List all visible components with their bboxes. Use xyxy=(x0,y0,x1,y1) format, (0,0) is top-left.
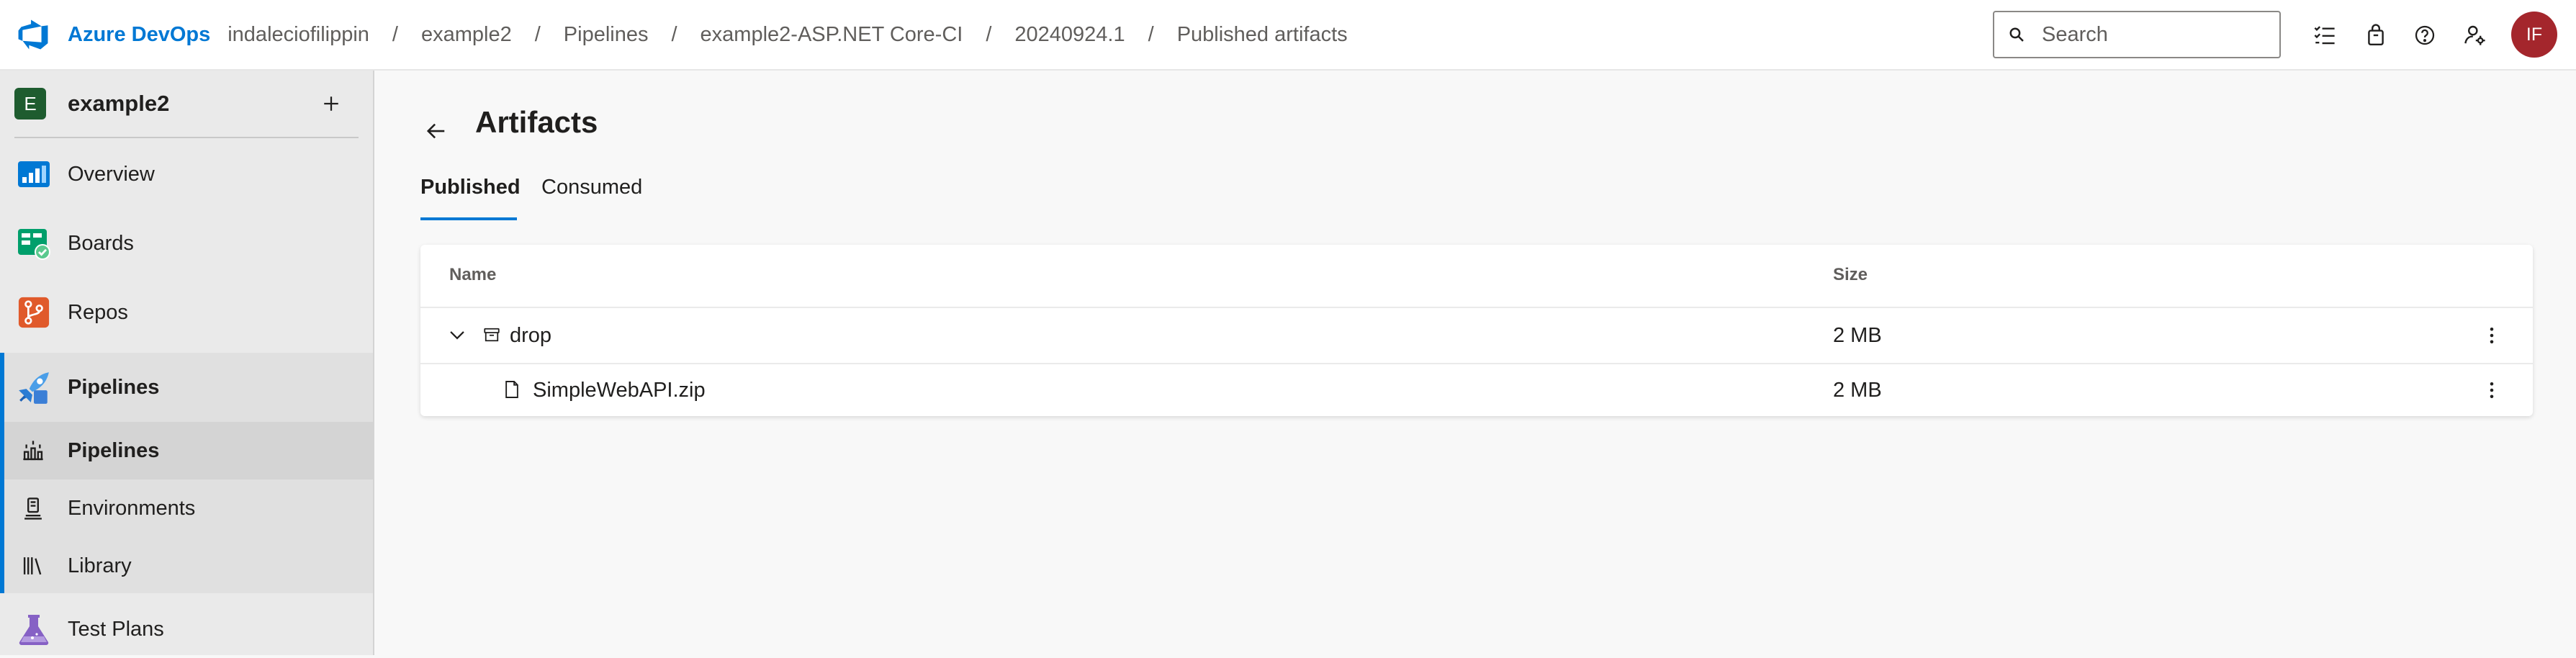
pipelines-icon xyxy=(16,369,52,405)
artifact-file-name[interactable]: SimpleWebAPI.zip xyxy=(533,379,706,402)
breadcrumb-organization[interactable]: indaleciofilippin xyxy=(228,23,369,47)
sidebar-item-label: Boards xyxy=(68,231,134,255)
top-bar: Azure DevOps indaleciofilippin / example… xyxy=(0,0,2576,71)
sidebar-item-label: Library xyxy=(68,554,132,577)
brand[interactable]: Azure DevOps xyxy=(14,16,210,53)
repos-icon xyxy=(16,294,52,330)
breadcrumb-current-page[interactable]: Published artifacts xyxy=(1177,23,1348,47)
sidebar-item-label: Overview xyxy=(68,162,155,186)
sidebar-item-label: Environments xyxy=(68,496,196,520)
artifact-name[interactable]: drop xyxy=(510,324,551,348)
sidebar-item-label: Repos xyxy=(68,300,128,324)
environments-icon xyxy=(19,494,48,523)
project-header[interactable]: E example2 xyxy=(14,71,359,138)
breadcrumb-run[interactable]: 20240924.1 xyxy=(1014,23,1125,47)
project-badge: E xyxy=(14,88,46,120)
boards-icon xyxy=(16,225,52,261)
breadcrumb-separator: / xyxy=(1148,22,1154,46)
add-icon[interactable] xyxy=(317,89,346,118)
breadcrumb-separator: / xyxy=(534,22,541,46)
more-options-icon[interactable] xyxy=(2481,376,2503,405)
artifacts-table: Name Size drop 2 MB SimpleWebAPI.zip 2 M… xyxy=(420,245,2533,416)
sidebar-subitem-library[interactable]: Library xyxy=(0,537,373,595)
file-icon xyxy=(501,379,523,400)
search-box[interactable] xyxy=(1993,11,2281,58)
breadcrumb-project[interactable]: example2 xyxy=(421,23,512,47)
sidebar-item-pipelines-group[interactable]: Pipelines xyxy=(0,353,373,422)
azure-devops-logo-icon xyxy=(14,16,52,53)
page-title: Artifacts xyxy=(475,105,598,139)
brand-name: Azure DevOps xyxy=(68,22,211,46)
search-icon xyxy=(2009,25,2027,44)
more-options-icon[interactable] xyxy=(2481,321,2503,350)
sidebar-item-test-plans[interactable]: Test Plans xyxy=(0,600,373,658)
divider xyxy=(420,307,2533,308)
breadcrumb-separator: / xyxy=(986,22,992,46)
sidebar-subitem-pipelines[interactable]: Pipelines xyxy=(0,422,373,479)
artifact-size: 2 MB xyxy=(1833,324,1882,347)
main-content: Artifacts Published Consumed Name Size d… xyxy=(374,71,2576,655)
task-list-icon[interactable] xyxy=(2309,19,2341,51)
tab-consumed[interactable]: Consumed xyxy=(541,176,642,199)
chevron-down-icon[interactable] xyxy=(446,324,468,346)
sidebar-item-overview[interactable]: Overview xyxy=(0,145,373,203)
search-input[interactable] xyxy=(2042,22,2272,47)
selected-tab-indicator xyxy=(420,217,517,220)
shopping-bag-icon[interactable] xyxy=(2360,19,2392,51)
sidebar-item-label: Pipelines xyxy=(68,375,160,399)
sidebar-subitem-environments[interactable]: Environments xyxy=(0,479,373,537)
sidebar-item-repos[interactable]: Repos xyxy=(0,284,373,341)
artifact-folder-icon xyxy=(481,324,503,346)
overview-icon xyxy=(16,156,52,192)
breadcrumb: indaleciofilippin / example2 / Pipelines… xyxy=(228,23,1347,47)
column-header-name[interactable]: Name xyxy=(449,265,496,285)
test-plans-icon xyxy=(16,611,52,647)
user-settings-icon[interactable] xyxy=(2459,19,2491,51)
breadcrumb-pipelines[interactable]: Pipelines xyxy=(564,23,649,47)
library-icon xyxy=(19,551,48,580)
column-header-size[interactable]: Size xyxy=(1833,265,1868,285)
sidebar: E example2 Overview Boards Repos Pipelin… xyxy=(0,71,374,655)
back-arrow-icon[interactable] xyxy=(420,115,452,147)
sidebar-item-boards[interactable]: Boards xyxy=(0,215,373,272)
breadcrumb-pipeline-name[interactable]: example2-ASP.NET Core-CI xyxy=(701,23,963,47)
divider xyxy=(420,363,2533,364)
sidebar-item-label: Test Plans xyxy=(68,617,164,641)
tab-published[interactable]: Published xyxy=(420,176,521,199)
help-icon[interactable] xyxy=(2409,19,2441,51)
sidebar-item-label: Pipelines xyxy=(68,438,160,462)
avatar[interactable]: IF xyxy=(2511,12,2557,58)
breadcrumb-separator: / xyxy=(671,22,677,46)
breadcrumb-separator: / xyxy=(392,22,398,46)
pipelines-sub-icon xyxy=(19,436,48,465)
artifact-size: 2 MB xyxy=(1833,379,1882,402)
project-name: example2 xyxy=(68,91,170,116)
